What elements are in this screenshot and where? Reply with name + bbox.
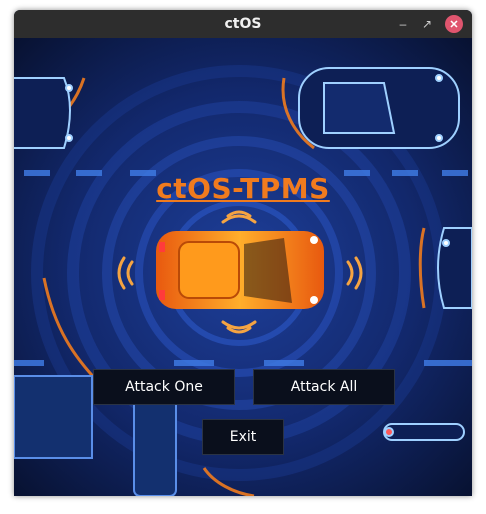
background-scene: ctOS-TPMS Attack One Attack All Exit <box>14 38 472 496</box>
close-button[interactable]: ✕ <box>445 15 463 33</box>
minimize-icon: – <box>399 17 407 31</box>
exit-button[interactable]: Exit <box>202 419 284 455</box>
app-title: ctOS-TPMS <box>156 172 330 205</box>
titlebar[interactable]: ctOS – ↗ ✕ <box>14 10 472 38</box>
minimize-button[interactable]: – <box>394 15 412 33</box>
center-car <box>156 231 324 309</box>
close-icon: ✕ <box>449 18 459 31</box>
maximize-icon: ↗ <box>421 17 433 31</box>
attack-all-button[interactable]: Attack All <box>253 369 395 405</box>
app-window: ctOS – ↗ ✕ ctOS-TPMS Attack One Attack A… <box>14 10 472 496</box>
attack-one-button[interactable]: Attack One <box>93 369 235 405</box>
maximize-button[interactable]: ↗ <box>418 15 436 33</box>
